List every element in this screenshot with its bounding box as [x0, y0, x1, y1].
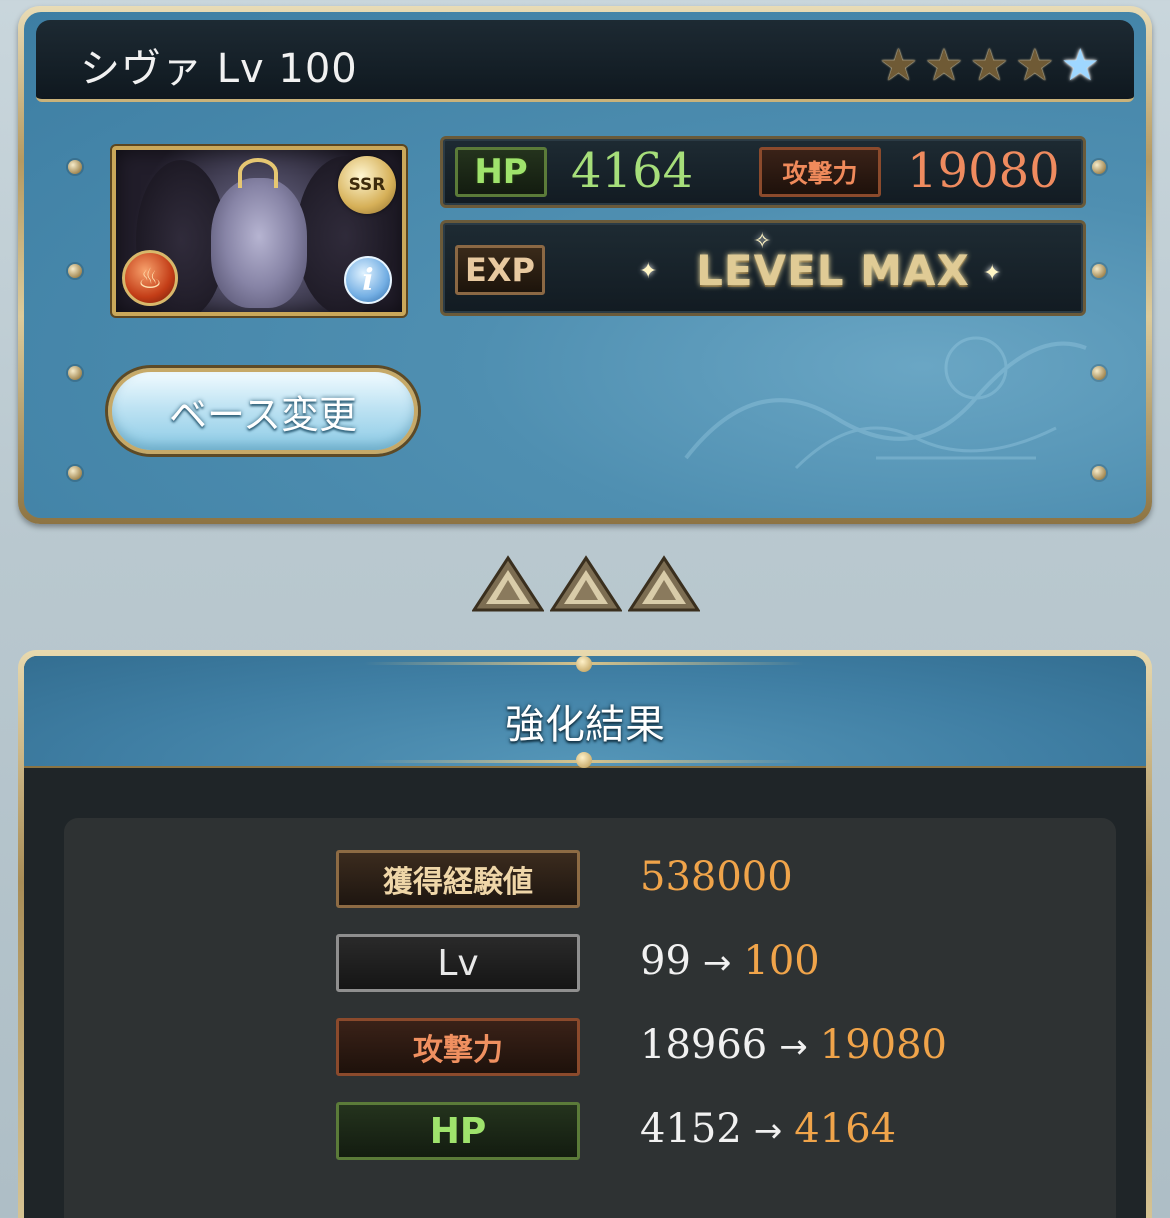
attack-value: 19080	[907, 143, 1060, 199]
level-new: 100	[743, 938, 820, 984]
ornament-decoration	[684, 336, 1087, 470]
up-arrow-icon	[472, 555, 544, 612]
rivet-icon	[68, 366, 82, 380]
character-card: シヴァ Lv 100 ★ ★ ★ ★ ★ SSR ♨ i HP 4164 攻撃力…	[18, 6, 1152, 524]
character-portrait[interactable]: SSR ♨ i	[112, 146, 406, 316]
sparkle-icon: ✦	[639, 259, 658, 284]
rivet-icon	[1092, 160, 1106, 174]
star-icon-highlight: ★	[1060, 40, 1100, 91]
right-arrow-icon: →	[702, 943, 732, 983]
rarity-stars: ★ ★ ★ ★ ★	[879, 44, 1100, 88]
attack-label: 攻撃力	[759, 147, 881, 197]
hp-value: 4164	[571, 143, 694, 199]
attack-result-label: 攻撃力	[336, 1018, 580, 1076]
attack-change: 18966 → 19080	[640, 1022, 947, 1068]
progress-arrows	[472, 554, 700, 614]
info-icon[interactable]: i	[344, 256, 392, 304]
result-row-level: Lv 99 → 100	[336, 934, 1036, 992]
portrait-face	[211, 178, 307, 308]
character-card-body: シヴァ Lv 100 ★ ★ ★ ★ ★ SSR ♨ i HP 4164 攻撃力…	[24, 12, 1146, 518]
right-arrow-icon: →	[753, 1111, 783, 1151]
result-header: 強化結果	[24, 656, 1146, 768]
attack-new: 19080	[819, 1022, 947, 1068]
exp-gained-amount: 538000	[640, 854, 793, 900]
portrait-headpiece	[238, 158, 278, 188]
ornament-gem-icon	[576, 656, 592, 672]
level-label: Lv	[336, 934, 580, 992]
exp-label: EXP	[455, 245, 545, 295]
enhancement-result-panel: 強化結果 獲得経験値 538000 Lv 99 → 100 攻撃力 18966 → 1	[18, 650, 1152, 1218]
hp-label: HP	[455, 147, 547, 197]
ornament-gem-icon	[576, 752, 592, 768]
result-table: 獲得経験値 538000 Lv 99 → 100 攻撃力 18966 → 19080 H…	[64, 818, 1116, 1218]
hp-change: 4152 → 4164	[640, 1106, 896, 1152]
attack-old: 18966	[640, 1022, 768, 1068]
rivet-icon	[68, 466, 82, 480]
character-name-level: シヴァ Lv 100	[80, 46, 358, 92]
ssr-badge: SSR	[338, 156, 396, 214]
star-icon: ★	[878, 40, 919, 91]
rivet-icon	[68, 264, 82, 278]
sparkle-icon: ✦	[983, 261, 1002, 286]
up-arrow-icon	[550, 555, 622, 612]
exp-panel: EXP LEVEL MAX ✦ ✦ ✧	[440, 220, 1086, 316]
result-row-attack: 攻撃力 18966 → 19080	[336, 1018, 1036, 1076]
rivet-icon	[68, 160, 82, 174]
star-icon: ★	[1015, 40, 1055, 91]
up-arrow-icon	[628, 555, 700, 612]
sparkle-icon: ✧	[753, 229, 772, 254]
title-bar: シヴァ Lv 100 ★ ★ ★ ★ ★	[36, 20, 1134, 102]
result-row-exp: 獲得経験値 538000	[336, 850, 1036, 908]
right-arrow-icon: →	[779, 1027, 808, 1067]
hp-result-label: HP	[336, 1102, 580, 1160]
exp-gained-label: 獲得経験値	[336, 850, 580, 908]
star-icon: ★	[924, 40, 964, 91]
hp-old: 4152	[640, 1106, 742, 1152]
result-panel-body: 強化結果 獲得経験値 538000 Lv 99 → 100 攻撃力 18966 → 1	[24, 656, 1146, 1218]
stat-panel: HP 4164 攻撃力 19080	[440, 136, 1086, 208]
exp-gained-value: 538000	[640, 854, 793, 900]
hp-new: 4164	[794, 1106, 897, 1152]
result-row-hp: HP 4152 → 4164	[336, 1102, 1036, 1160]
fire-element-icon: ♨	[122, 250, 178, 306]
base-change-button[interactable]: ベース変更	[108, 368, 418, 454]
level-old: 99	[640, 938, 691, 984]
star-icon: ★	[969, 40, 1010, 91]
rivet-icon	[1092, 264, 1106, 278]
level-change: 99 → 100	[640, 938, 820, 984]
result-title: 強化結果	[505, 702, 665, 748]
